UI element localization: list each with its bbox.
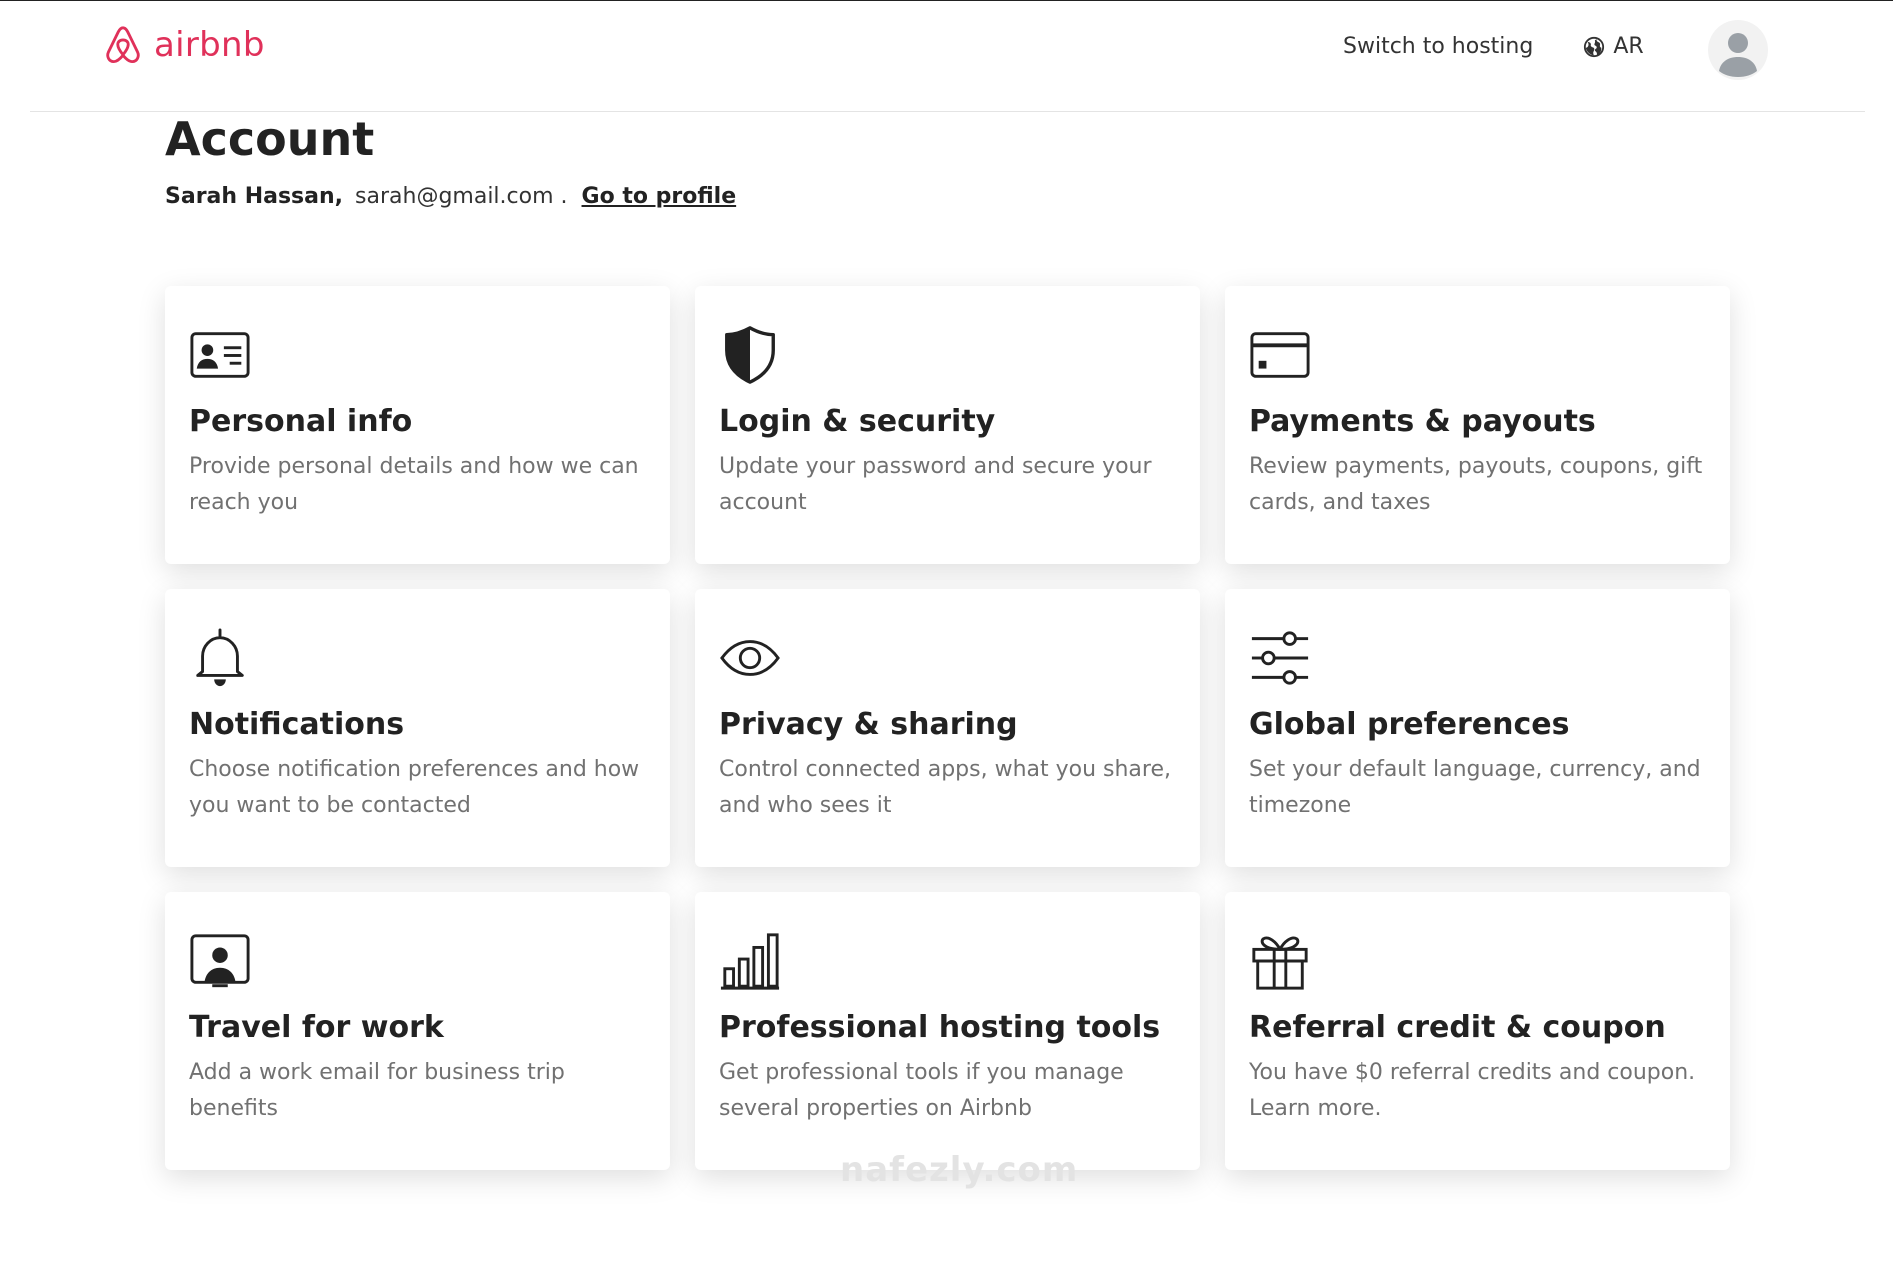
user-email: sarah@gmail.com .: [355, 184, 568, 209]
card-payments-payouts[interactable]: Payments & payouts Review payments, payo…: [1225, 286, 1730, 564]
card-title: Login & security: [719, 404, 996, 439]
go-to-profile-link[interactable]: Go to profile: [582, 184, 737, 209]
card-description: Provide personal details and how we can …: [189, 454, 639, 515]
bar-chart-icon: [720, 933, 780, 990]
card-global-preferences[interactable]: Global preferences Set your default lang…: [1225, 589, 1730, 867]
nav-right: Switch to hosting AR: [1343, 34, 1644, 59]
card-travel-for-work[interactable]: Travel for work Add a work email for bus…: [165, 892, 670, 1170]
card-referral-credit-coupon[interactable]: Referral credit & coupon You have $0 ref…: [1225, 892, 1730, 1170]
card-professional-hosting-tools[interactable]: Professional hosting tools Get professio…: [695, 892, 1200, 1170]
switch-to-hosting-link[interactable]: Switch to hosting: [1343, 34, 1533, 59]
card-description: Update your password and secure your acc…: [719, 454, 1152, 515]
card-title: Global preferences: [1249, 707, 1570, 742]
bell-icon: [196, 628, 244, 687]
user-name: Sarah Hassan,: [165, 184, 344, 209]
card-title: Privacy & sharing: [719, 707, 1018, 742]
top-navbar: airbnb Switch to hosting AR: [0, 0, 1893, 112]
card-description: Review payments, payouts, coupons, gift …: [1249, 454, 1703, 515]
card-description: Control connected apps, what you share, …: [719, 757, 1171, 818]
card-description: Add a work email for business trip benef…: [189, 1060, 565, 1121]
card-login-security[interactable]: Login & security Update your password an…: [695, 286, 1200, 564]
card-privacy-sharing[interactable]: Privacy & sharing Control connected apps…: [695, 589, 1200, 867]
card-title: Personal info: [189, 404, 413, 439]
shield-icon: [725, 326, 775, 384]
credit-card-icon: [1250, 332, 1310, 378]
card-personal-info[interactable]: Personal info Provide personal details a…: [165, 286, 670, 564]
card-title: Travel for work: [189, 1010, 444, 1045]
card-description: You have $0 referral credits and coupon.…: [1249, 1060, 1696, 1121]
presentation-icon: [190, 934, 250, 988]
user-avatar-icon: [1719, 33, 1757, 77]
airbnb-logo[interactable]: airbnb: [104, 24, 265, 66]
globe-icon: [1584, 36, 1605, 57]
card-title: Notifications: [189, 707, 405, 742]
card-notifications[interactable]: Notifications Choose notification prefer…: [165, 589, 670, 867]
card-description: Choose notification preferences and how …: [189, 757, 640, 818]
card-title: Professional hosting tools: [719, 1010, 1161, 1045]
account-settings-grid: Personal info Provide personal details a…: [165, 286, 1731, 1170]
card-description: Get professional tools if you manage sev…: [719, 1060, 1124, 1121]
language-selector[interactable]: AR: [1583, 34, 1644, 59]
airbnb-logo-icon: [106, 26, 140, 64]
page-title: Account: [165, 112, 375, 166]
card-title: Payments & payouts: [1249, 404, 1596, 439]
id-card-icon: [190, 332, 250, 378]
watermark: nafezly.com: [840, 1150, 1079, 1190]
card-title: Referral credit & coupon: [1249, 1010, 1666, 1045]
account-summary: Sarah Hassan, sarah@gmail.com . Go to pr…: [165, 184, 736, 209]
gift-icon: [1252, 936, 1308, 990]
eye-icon: [720, 640, 780, 676]
sliders-icon: [1251, 631, 1309, 685]
user-avatar-button[interactable]: [1708, 20, 1768, 80]
brand-name: airbnb: [154, 25, 265, 65]
card-description: Set your default language, currency, and…: [1249, 757, 1701, 818]
language-label: AR: [1613, 34, 1644, 59]
